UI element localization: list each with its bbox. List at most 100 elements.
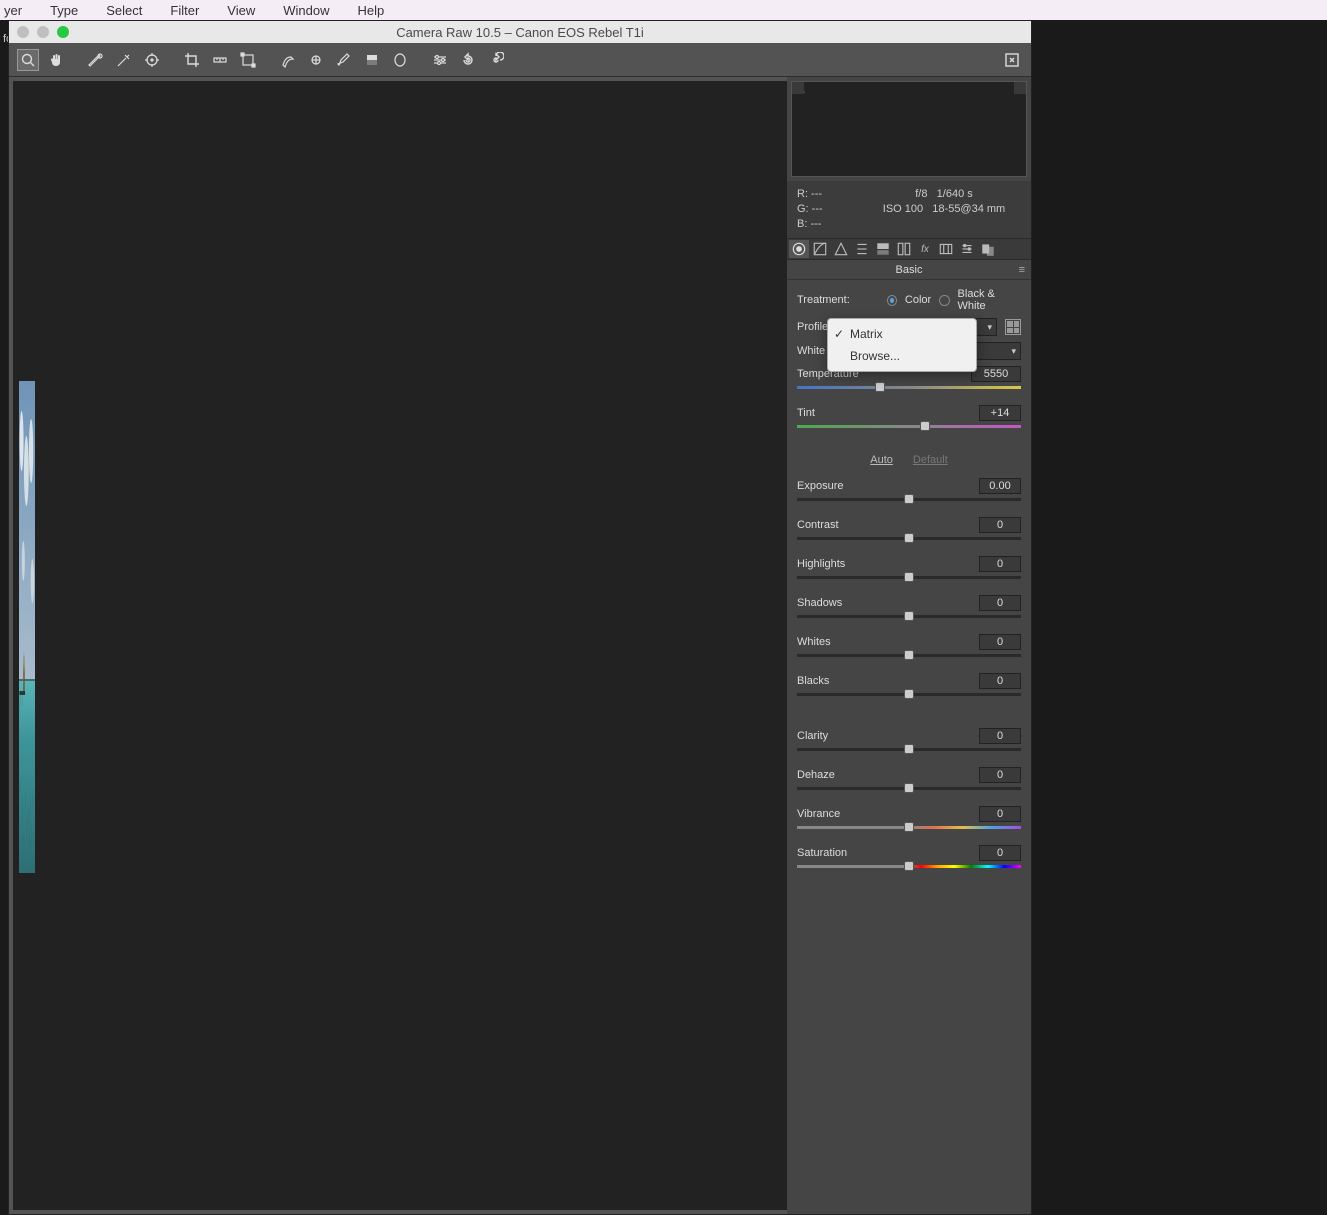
red-eye-tool-icon[interactable]	[305, 49, 327, 71]
menu-item-help[interactable]: Help	[343, 1, 398, 20]
fullscreen-toggle-icon[interactable]	[1001, 49, 1023, 71]
exif-iso: ISO 100	[883, 203, 923, 215]
preview-image	[19, 381, 35, 873]
shadow-clip-warning-icon[interactable]	[792, 82, 804, 94]
saturation-input[interactable]	[979, 845, 1021, 861]
tab-detail-icon[interactable]	[831, 240, 851, 258]
saturation-slider[interactable]	[797, 865, 1021, 868]
default-button[interactable]: Default	[913, 454, 948, 466]
color-sampler-tool-icon[interactable]	[113, 49, 135, 71]
titlebar: Camera Raw 10.5 – Canon EOS Rebel T1i	[9, 21, 1031, 43]
menu-item-view[interactable]: View	[213, 1, 269, 20]
exif-shutter: 1/640 s	[937, 188, 973, 200]
transform-tool-icon[interactable]	[237, 49, 259, 71]
menu-item-filter[interactable]: Filter	[156, 1, 213, 20]
treatment-bw-label: Black & White	[958, 288, 1021, 312]
panel-header: Basic ≡	[787, 260, 1031, 280]
camera-raw-window: Camera Raw 10.5 – Canon EOS Rebel T1i	[8, 20, 1032, 1215]
tab-basic-icon[interactable]	[789, 240, 809, 258]
tab-curve-icon[interactable]	[810, 240, 830, 258]
rotate-ccw-icon[interactable]	[457, 49, 479, 71]
dehaze-input[interactable]	[979, 767, 1021, 783]
profile-option-browse[interactable]: Browse...	[828, 345, 976, 367]
menu-item-window[interactable]: Window	[269, 1, 343, 20]
vibrance-slider[interactable]	[797, 826, 1021, 829]
tab-hsl-icon[interactable]	[852, 240, 872, 258]
rotate-cw-icon[interactable]	[485, 49, 507, 71]
window-zoom-button[interactable]	[57, 26, 69, 38]
tint-label: Tint	[797, 407, 815, 419]
temperature-input[interactable]	[971, 366, 1021, 382]
adjustments-sidebar: R: --- G: --- B: --- f/8 1/640 s ISO 100…	[787, 77, 1031, 1214]
contrast-input[interactable]	[979, 517, 1021, 533]
treatment-color-radio[interactable]	[887, 295, 897, 306]
exif-aperture: f/8	[915, 188, 927, 200]
vibrance-input[interactable]	[979, 806, 1021, 822]
exposure-label: Exposure	[797, 480, 843, 492]
contrast-label: Contrast	[797, 519, 839, 531]
tint-slider[interactable]	[797, 425, 1021, 428]
treatment-color-label: Color	[905, 294, 931, 306]
auto-button[interactable]: Auto	[870, 454, 893, 466]
exif-lens: 18-55@34 mm	[932, 203, 1005, 215]
whites-slider[interactable]	[797, 654, 1021, 657]
hand-tool-icon[interactable]	[45, 49, 67, 71]
tab-snapshots-icon[interactable]	[978, 240, 998, 258]
straighten-tool-icon[interactable]	[209, 49, 231, 71]
highlight-clip-warning-icon[interactable]	[1014, 82, 1026, 94]
shadows-label: Shadows	[797, 597, 842, 609]
treatment-bw-radio[interactable]	[939, 295, 949, 306]
panel-tabs: fx	[787, 238, 1031, 260]
toolbar	[9, 43, 1031, 77]
shadows-slider[interactable]	[797, 615, 1021, 618]
crop-tool-icon[interactable]	[181, 49, 203, 71]
menu-item-select[interactable]: Select	[92, 1, 156, 20]
graduated-filter-tool-icon[interactable]	[361, 49, 383, 71]
blacks-slider[interactable]	[797, 693, 1021, 696]
tab-presets-icon[interactable]	[957, 240, 977, 258]
clarity-slider[interactable]	[797, 748, 1021, 751]
adjustment-brush-tool-icon[interactable]	[333, 49, 355, 71]
preferences-icon[interactable]	[429, 49, 451, 71]
whites-label: Whites	[797, 636, 831, 648]
profile-browser-icon[interactable]	[1005, 319, 1021, 335]
window-title: Camera Raw 10.5 – Canon EOS Rebel T1i	[9, 25, 1031, 40]
window-minimize-button[interactable]	[37, 26, 49, 38]
white-balance-tool-icon[interactable]	[85, 49, 107, 71]
tab-calibration-icon[interactable]	[936, 240, 956, 258]
window-close-button[interactable]	[17, 26, 29, 38]
highlights-input[interactable]	[979, 556, 1021, 572]
targeted-adjustment-tool-icon[interactable]	[141, 49, 163, 71]
panel-title: Basic	[896, 264, 923, 276]
exposure-input[interactable]	[979, 478, 1021, 494]
contrast-slider[interactable]	[797, 537, 1021, 540]
highlights-slider[interactable]	[797, 576, 1021, 579]
info-bar: R: --- G: --- B: --- f/8 1/640 s ISO 100…	[787, 181, 1031, 238]
exposure-slider[interactable]	[797, 498, 1021, 501]
spot-removal-tool-icon[interactable]	[277, 49, 299, 71]
clarity-input[interactable]	[979, 728, 1021, 744]
zoom-tool-icon[interactable]	[17, 49, 39, 71]
menu-item-layer[interactable]: yer	[0, 1, 36, 20]
dehaze-label: Dehaze	[797, 769, 835, 781]
tab-split-icon[interactable]	[873, 240, 893, 258]
profile-dropdown-popup: Matrix Browse...	[827, 318, 977, 372]
rgb-r-value: R: ---	[797, 187, 867, 202]
histogram[interactable]	[791, 81, 1027, 177]
profile-option-matrix[interactable]: Matrix	[828, 323, 976, 345]
menu-item-type[interactable]: Type	[36, 1, 92, 20]
vibrance-label: Vibrance	[797, 808, 840, 820]
panel-menu-icon[interactable]: ≡	[1019, 264, 1025, 276]
shadows-input[interactable]	[979, 595, 1021, 611]
radial-filter-tool-icon[interactable]	[389, 49, 411, 71]
temperature-slider[interactable]	[797, 386, 1021, 389]
tab-lens-icon[interactable]	[894, 240, 914, 258]
tint-input[interactable]	[979, 405, 1021, 421]
image-preview[interactable]	[9, 77, 787, 1214]
blacks-input[interactable]	[979, 673, 1021, 689]
highlights-label: Highlights	[797, 558, 845, 570]
dehaze-slider[interactable]	[797, 787, 1021, 790]
treatment-label: Treatment:	[797, 294, 879, 306]
tab-fx-icon[interactable]: fx	[915, 240, 935, 258]
whites-input[interactable]	[979, 634, 1021, 650]
